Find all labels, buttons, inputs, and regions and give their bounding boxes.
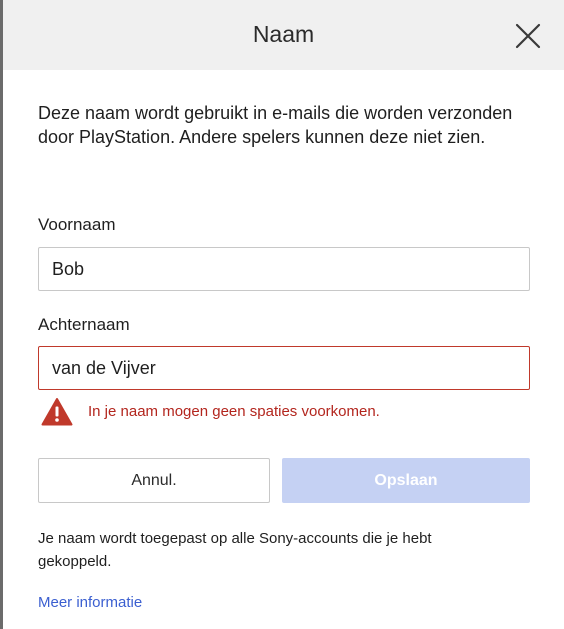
intro-text: Deze naam wordt gebruikt in e-mails die …: [38, 103, 513, 147]
more-info-link[interactable]: Meer informatie: [38, 594, 142, 611]
first-name-input[interactable]: [38, 247, 530, 291]
footer-note: Je naam wordt toegepast op alle Sony-acc…: [38, 530, 432, 570]
dialog-header: Naam: [3, 0, 564, 70]
error-text: In je naam mogen geen spaties voorkomen.: [88, 403, 380, 420]
name-dialog: Naam Deze naam wordt gebruikt in e-mails…: [3, 0, 564, 629]
save-button[interactable]: Opslaan: [282, 458, 530, 503]
first-name-label: Voornaam: [38, 215, 116, 234]
close-button[interactable]: [513, 21, 543, 51]
dialog-title: Naam: [252, 21, 315, 47]
last-name-label: Achternaam: [38, 315, 130, 334]
cancel-button[interactable]: Annul.: [38, 458, 270, 503]
warning-icon: [41, 398, 73, 426]
last-name-input[interactable]: [38, 346, 530, 390]
close-icon: [515, 23, 541, 49]
